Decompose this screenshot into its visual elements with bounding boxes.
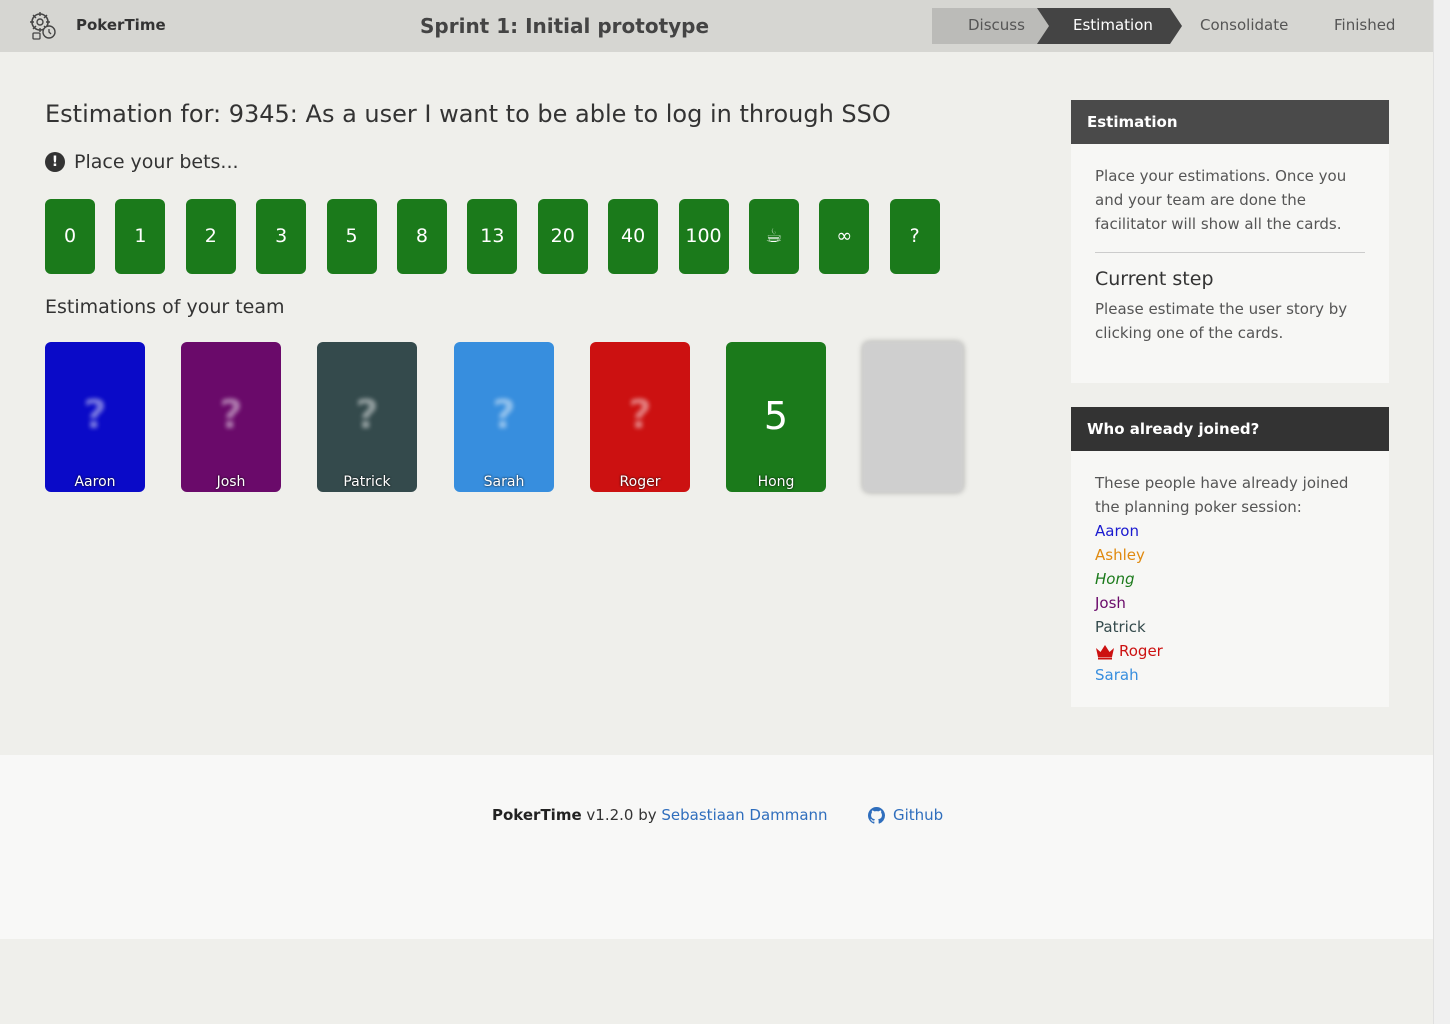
revealed-value: 5 [763, 394, 789, 438]
team-card-placeholder [863, 342, 963, 492]
bets-prompt: ! Place your bets... [45, 151, 239, 173]
brand-name[interactable]: PokerTime [76, 16, 166, 34]
footer-credits: PokerTime v1.2.0 by Sebastiaan Dammann [492, 806, 828, 824]
card-coffee[interactable]: ☕ [748, 199, 799, 274]
step-consolidate: Consolidate [1200, 16, 1289, 34]
person-name: Roger [1119, 642, 1163, 660]
team-card-name: Hong [757, 474, 795, 490]
footer-version: v1.2.0 by [586, 806, 657, 824]
scrollbar[interactable] [1433, 0, 1450, 1024]
author-link[interactable]: Sebastiaan Dammann [661, 806, 827, 824]
card-100[interactable]: 100 [678, 199, 729, 274]
step-progress: Discuss Estimation Consolidate Finished [932, 8, 1410, 44]
joined-person: Sarah [1095, 663, 1365, 687]
estimation-cards: 0 1 2 3 5 8 13 20 40 100 ☕ ∞ ? [45, 199, 960, 274]
current-step-title: Current step [1095, 268, 1214, 290]
joined-list: Aaron Ashley Hong Josh Patrick Roger Sar… [1095, 519, 1365, 687]
card-0[interactable]: 0 [45, 199, 95, 274]
card-3[interactable]: 3 [256, 199, 307, 274]
top-bar: PokerTime Sprint 1: Initial prototype Di… [0, 0, 1433, 52]
card-8[interactable]: 8 [396, 199, 447, 274]
estimation-panel-text: Place your estimations. Once you and you… [1095, 167, 1347, 233]
card-5[interactable]: 5 [326, 199, 377, 274]
team-card-name: Patrick [343, 474, 391, 490]
sprint-title: Sprint 1: Initial prototype [420, 14, 710, 38]
joined-person: Hong [1095, 567, 1365, 591]
team-card-name: Aaron [74, 474, 116, 490]
card-40[interactable]: 40 [608, 199, 659, 274]
joined-person: Roger [1095, 639, 1365, 663]
team-card-sarah: ? Sarah [454, 342, 554, 492]
crown-icon [1096, 644, 1114, 659]
exclamation-circle-icon: ! [45, 152, 65, 172]
estimation-panel: Estimation Place your estimations. Once … [1071, 100, 1389, 383]
divider [1095, 252, 1365, 253]
card-1[interactable]: 1 [115, 199, 166, 274]
footer: PokerTime v1.2.0 by Sebastiaan Dammann G… [0, 755, 1433, 939]
joined-person: Josh [1095, 591, 1365, 615]
team-card-aaron: ? Aaron [45, 342, 145, 492]
bets-label: Place your bets... [74, 151, 239, 173]
github-link[interactable]: Github [868, 806, 943, 824]
hidden-value: ? [219, 392, 243, 438]
current-step-text: Please estimate the user story by clicki… [1095, 300, 1348, 342]
footer-brand: PokerTime [492, 806, 582, 824]
team-estimations-title: Estimations of your team [45, 296, 285, 318]
card-infinity[interactable]: ∞ [819, 199, 870, 274]
person-name: Aaron [1095, 522, 1139, 540]
team-card-name: Roger [619, 474, 661, 490]
joined-person: Patrick [1095, 615, 1365, 639]
card-13[interactable]: 13 [467, 199, 518, 274]
step-finished: Finished [1334, 16, 1396, 34]
hidden-value: ? [83, 392, 107, 438]
joined-person: Aaron [1095, 519, 1365, 543]
team-card-patrick: ? Patrick [317, 342, 417, 492]
joined-panel: Who already joined? These people have al… [1071, 407, 1389, 707]
estimation-title: Estimation for: 9345: As a user I want t… [45, 100, 891, 128]
person-name: Hong [1095, 570, 1135, 588]
github-icon [868, 806, 885, 824]
hidden-value: ? [492, 392, 516, 438]
person-name: Sarah [1095, 666, 1139, 684]
person-name: Ashley [1095, 546, 1145, 564]
logo-icon [30, 12, 56, 40]
joined-person: Ashley [1095, 543, 1365, 567]
card-unknown[interactable]: ? [889, 199, 940, 274]
person-name: Josh [1095, 594, 1126, 612]
team-estimations: ? Aaron ? Josh ? Patrick ? Sarah ? Roger… [45, 342, 985, 502]
github-label: Github [893, 806, 944, 824]
team-card-name: Josh [216, 474, 246, 490]
step-estimation: Estimation [1037, 8, 1182, 44]
team-card-name: Sarah [483, 474, 525, 490]
estimation-panel-title: Estimation [1071, 100, 1389, 144]
hidden-value: ? [355, 392, 379, 438]
card-2[interactable]: 2 [185, 199, 236, 274]
team-card-roger: ? Roger [590, 342, 690, 492]
joined-panel-text: These people have already joined the pla… [1095, 474, 1349, 516]
team-card-hong: 5 Hong [726, 342, 826, 492]
team-card-josh: ? Josh [181, 342, 281, 492]
card-20[interactable]: 20 [537, 199, 588, 274]
person-name: Patrick [1095, 618, 1146, 636]
step-discuss: Discuss [932, 8, 1037, 44]
hidden-value: ? [628, 392, 652, 438]
joined-panel-title: Who already joined? [1071, 407, 1389, 451]
